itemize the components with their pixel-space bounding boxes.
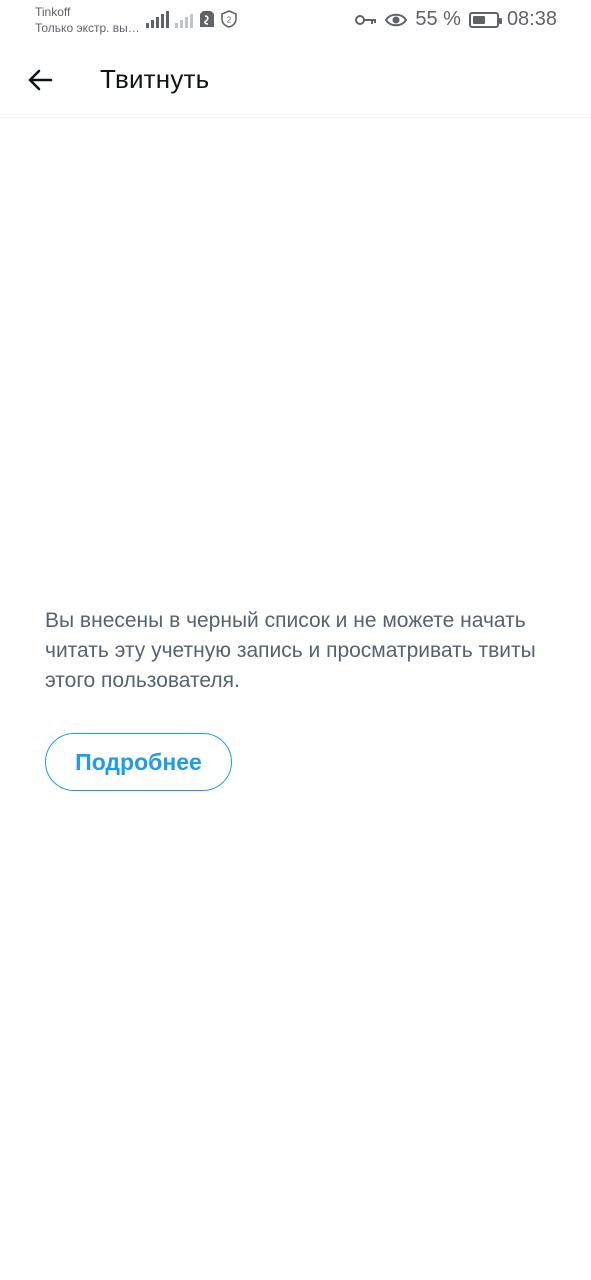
signal-icons: 2 [146,10,237,28]
status-left: Tinkoff Только экстр. вы… [35,4,140,36]
page-title: Твитнуть [100,64,210,94]
learn-more-button[interactable]: Подробнее [45,733,232,791]
app-bar: Твитнуть [0,44,591,118]
key-icon [355,14,377,25]
screen: Tinkoff Только экстр. вы… 2 55 % 08:38 Т… [0,0,591,1280]
blocked-message: Вы внесены в черный список и не можете н… [45,609,536,692]
signal-off-icon [175,10,193,28]
shield-icon: 2 [221,10,237,28]
sim-icon [200,11,214,27]
svg-text:2: 2 [227,16,232,25]
network-note: Только экстр. вы… [35,21,140,35]
battery-percent: 55 % [415,8,461,30]
status-right: 55 % 08:38 [355,8,557,31]
battery-fill [472,15,485,24]
signal-icon [146,10,169,28]
status-bar: Tinkoff Только экстр. вы… 2 55 % 08:38 [0,0,591,44]
back-button[interactable] [18,58,62,102]
eye-icon [385,13,408,26]
battery-icon [468,11,502,28]
carrier-name: Tinkoff [35,5,71,19]
arrow-left-icon [28,69,53,91]
clock: 08:38 [506,8,557,30]
